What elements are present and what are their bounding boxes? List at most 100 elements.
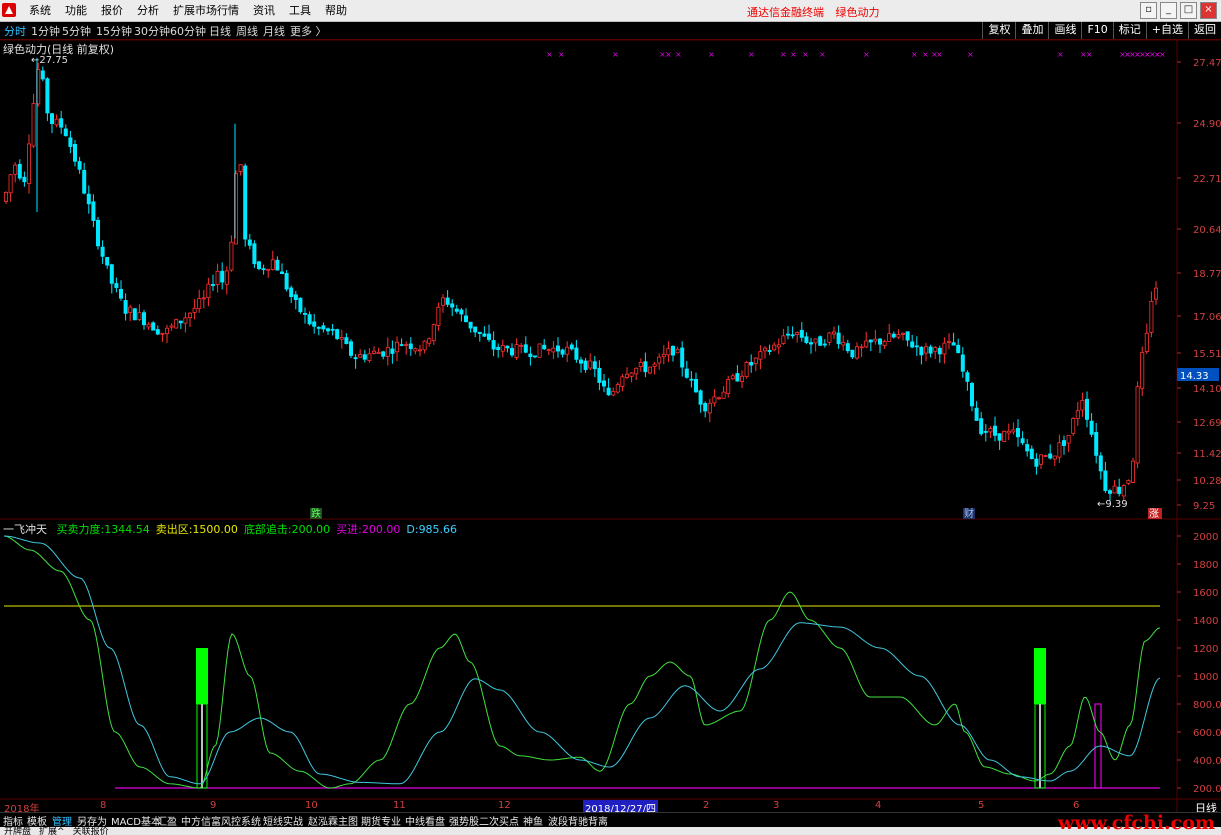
candle-body	[201, 297, 206, 300]
restore-icon[interactable]: ▫	[1140, 2, 1157, 19]
toolbar-button-4[interactable]: 标记	[1112, 22, 1146, 39]
formula-tab-13[interactable]: 波段背驰背离	[548, 813, 608, 828]
bottom-tab-0[interactable]: 开牌盘	[4, 827, 31, 835]
minimize-icon[interactable]: _	[1160, 2, 1177, 19]
toolbar-button-3[interactable]: F10	[1081, 22, 1112, 39]
menu-item-4[interactable]: 扩展市场行情	[166, 3, 246, 18]
time-axis-label: 12	[498, 800, 511, 811]
candle-body	[1121, 485, 1126, 497]
candle-body	[638, 361, 643, 367]
window-title: 通达信金融终端 绿色动力	[747, 4, 888, 20]
candle-body	[54, 118, 59, 126]
period-tab-7[interactable]: 周线	[236, 23, 258, 39]
toolbar-button-0[interactable]: 复权	[982, 22, 1015, 39]
period-tab-5[interactable]: 60分钟	[170, 23, 206, 39]
candle-body	[114, 283, 119, 288]
candle-body	[988, 428, 993, 433]
formula-tab-9[interactable]: 期货专业	[361, 813, 401, 828]
signal-x-mark: ×	[863, 50, 870, 59]
candle-body	[606, 387, 611, 396]
signal-x-mark: ×	[802, 50, 809, 59]
buy-signal-bar	[1034, 648, 1046, 704]
candle-body	[514, 344, 519, 358]
candle-body	[947, 341, 952, 343]
candle-body	[556, 345, 561, 352]
period-tab-1[interactable]: 1分钟	[31, 23, 60, 39]
formula-tab-6[interactable]: 中方信富风控系统	[181, 813, 261, 828]
candle-body	[914, 345, 919, 348]
candle-body	[82, 169, 87, 194]
candle-body	[289, 287, 294, 298]
signal-x-mark: ×	[819, 50, 826, 59]
candle-body	[261, 268, 266, 271]
period-bar: 分时 1分钟 5分钟 15分钟 30分钟 60分钟 日线 周线 月线 更多 〉 复权 叠加 画线 F10…	[0, 22, 1221, 40]
menu-item-1[interactable]: 功能	[58, 3, 94, 18]
bottom-tab-2[interactable]: 关联报价	[73, 827, 109, 835]
candle-body	[1066, 435, 1071, 444]
price-chart[interactable]: 27.47 24.90 22.71 20.64 18.77 17.06 15.51 14.10…	[0, 0, 1221, 835]
indicator-title: 一飞冲天 买卖力度:1344.54 卖出区:1500.00 底部追击:200.00 买…	[3, 521, 463, 537]
candle-body	[827, 332, 832, 343]
formula-tab-5[interactable]: 汇盈	[157, 813, 177, 828]
candle-body	[468, 321, 473, 329]
toolbar-button-1[interactable]: 叠加	[1015, 22, 1048, 39]
candle-body	[799, 329, 804, 338]
candle-body	[183, 317, 188, 324]
indicator-axis-label: 1000	[1193, 672, 1218, 683]
menu-item-6[interactable]: 工具	[282, 3, 318, 18]
candle-body	[422, 340, 427, 351]
candle-body	[325, 328, 330, 332]
candle-body	[321, 325, 326, 330]
period-tab-8[interactable]: 月线	[263, 23, 285, 39]
indicator-k-line	[3, 535, 1161, 789]
period-tab-4[interactable]: 30分钟	[134, 23, 170, 39]
period-tab-2[interactable]: 5分钟	[62, 23, 91, 39]
candle-body	[63, 128, 68, 137]
menu-item-0[interactable]: 系统	[22, 3, 58, 18]
candle-body	[348, 341, 353, 356]
signal-x-mark: ×	[790, 50, 797, 59]
formula-tab-3[interactable]: 另存为	[77, 813, 107, 828]
formula-tab-12[interactable]: 神鱼	[523, 813, 543, 828]
period-tab-0[interactable]: 分时	[4, 23, 26, 39]
toolbar-button-5[interactable]: +自选	[1145, 22, 1188, 39]
toolbar-button-2[interactable]: 画线	[1048, 22, 1081, 39]
signal-x-mark: ×	[1154, 50, 1161, 59]
price-axis-label: 17.06	[1193, 312, 1221, 323]
candle-body	[123, 300, 128, 314]
formula-tab-2[interactable]: 管理	[52, 813, 72, 828]
maximize-icon[interactable]: □	[1180, 2, 1197, 19]
formula-tab-7[interactable]: 短线实战	[263, 813, 303, 828]
period-tab-9[interactable]: 更多 〉	[290, 23, 327, 39]
menu-item-7[interactable]: 帮助	[318, 3, 354, 18]
formula-tab-4[interactable]: MACD基本	[111, 813, 161, 828]
bottom-tab-1[interactable]: 扩展^	[39, 827, 65, 835]
candle-body	[657, 356, 662, 364]
candle-body	[537, 343, 542, 358]
candle-body	[224, 270, 229, 285]
buy-signal-bar	[1034, 703, 1046, 789]
menu-item-2[interactable]: 报价	[94, 3, 130, 18]
period-tab-3[interactable]: 15分钟	[96, 23, 132, 39]
candle-body	[689, 378, 694, 381]
candle-body	[330, 328, 335, 331]
candle-body	[997, 433, 1002, 441]
menu-item-3[interactable]: 分析	[130, 3, 166, 18]
close-icon[interactable]: ×	[1200, 2, 1217, 19]
candle-body	[1052, 455, 1057, 460]
buy-signal-bar	[1094, 703, 1102, 789]
candle-body	[560, 349, 565, 355]
formula-tab-10[interactable]: 中线看盘	[405, 813, 445, 828]
menu-item-5[interactable]: 资讯	[246, 3, 282, 18]
candle-body	[210, 284, 215, 286]
candle-body	[965, 372, 970, 382]
candle-body	[786, 333, 791, 336]
formula-tab-11[interactable]: 强势股二次买点	[449, 813, 519, 828]
candle-body	[298, 297, 303, 313]
formula-tab-1[interactable]: 模板	[27, 813, 47, 828]
formula-tab-0[interactable]: 指标	[3, 813, 23, 828]
candle-body	[1149, 300, 1154, 333]
period-tab-6[interactable]: 日线	[209, 23, 231, 39]
formula-tab-8[interactable]: 赵泓霖主图	[308, 813, 358, 828]
toolbar-button-6[interactable]: 返回	[1188, 22, 1221, 39]
